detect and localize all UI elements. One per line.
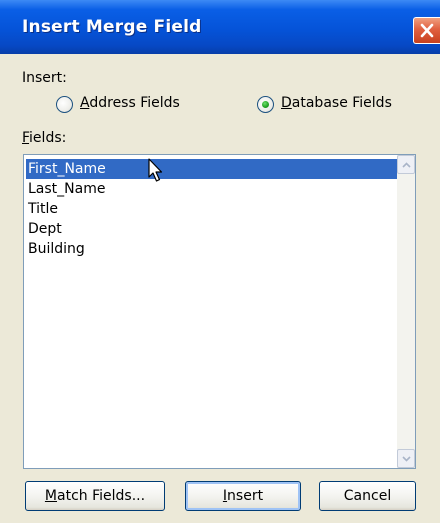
list-item[interactable]: Title xyxy=(26,199,403,219)
close-button[interactable] xyxy=(413,17,440,44)
cancel-button[interactable]: Cancel xyxy=(319,481,416,511)
title-bar[interactable]: Insert Merge Field xyxy=(0,0,440,54)
radio-button[interactable] xyxy=(56,96,73,113)
fields-listbox[interactable]: First_Name Last_Name Title Dept Building xyxy=(23,154,416,469)
match-fields-button[interactable]: Match Fields... xyxy=(25,481,165,511)
radio-database-fields-label: Database Fields xyxy=(281,95,392,111)
radio-address-fields-label: Address Fields xyxy=(80,95,180,111)
insert-label: Insert: xyxy=(22,70,67,86)
dialog-title: Insert Merge Field xyxy=(22,17,202,37)
scroll-up-button[interactable] xyxy=(397,155,415,174)
list-item[interactable]: Last_Name xyxy=(26,179,403,199)
list-item[interactable]: Building xyxy=(26,239,403,259)
fields-label: Fields: xyxy=(22,130,67,146)
list-item[interactable]: Dept xyxy=(26,219,403,239)
list-item[interactable]: First_Name xyxy=(26,159,403,179)
vertical-scrollbar[interactable] xyxy=(397,155,415,468)
chevron-down-icon xyxy=(402,456,411,462)
close-icon xyxy=(420,23,434,38)
insert-button[interactable]: Insert xyxy=(185,481,301,511)
radio-button-selected[interactable] xyxy=(257,96,274,113)
radio-dot-icon xyxy=(262,101,269,108)
chevron-up-icon xyxy=(402,162,411,168)
mouse-pointer-icon xyxy=(148,158,163,182)
scroll-down-button[interactable] xyxy=(397,449,415,468)
